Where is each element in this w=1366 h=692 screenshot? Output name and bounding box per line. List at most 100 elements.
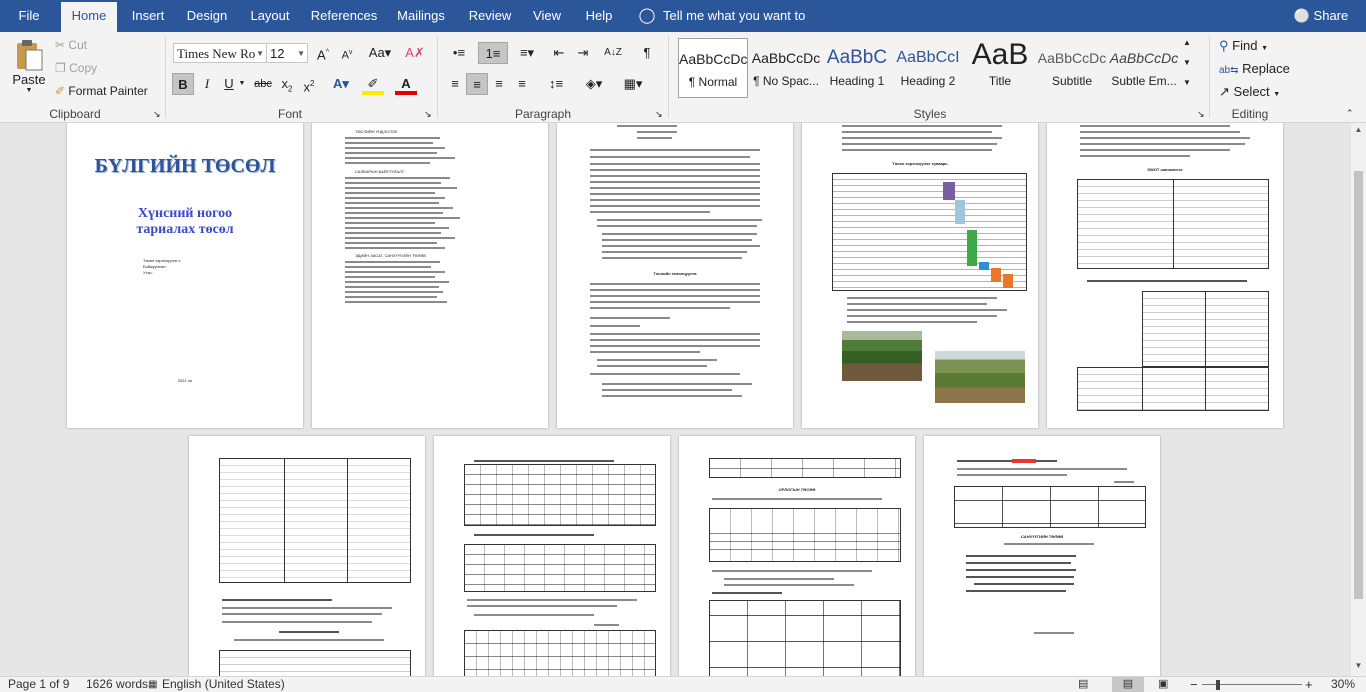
align-center-icon[interactable]: ≡: [466, 73, 488, 95]
tab-help[interactable]: Help: [579, 0, 619, 32]
justify-icon[interactable]: ≡: [511, 73, 533, 95]
tell-me-search[interactable]: Tell me what you want to do: [663, 0, 823, 55]
read-mode-icon[interactable]: ▤: [1078, 677, 1088, 692]
clipboard-launcher-icon[interactable]: ↘: [153, 109, 161, 120]
line-spacing-icon[interactable]: ↕≡: [542, 73, 570, 95]
text-line: [345, 217, 460, 219]
page-1[interactable]: БҮЛГИЙН ТӨСӨЛ Хүнсний ногоо тариалах төс…: [67, 123, 303, 428]
schedule-table-title: Төсөл хэрэгжүүлэх хуваарь: [892, 161, 948, 166]
share-button[interactable]: ⚪ Share: [1290, 0, 1352, 32]
page-3[interactable]: Төслийн танилцуулга: [557, 123, 793, 428]
copy-button[interactable]: ❐ Copy: [55, 61, 97, 75]
style-heading-1[interactable]: AaBbC Heading 1: [822, 38, 892, 98]
multilevel-list-icon[interactable]: ≡▾: [512, 42, 542, 64]
decrease-indent-icon[interactable]: ⇤: [548, 42, 570, 64]
tab-file[interactable]: File: [6, 0, 52, 32]
page-8[interactable]: ОРЛОГЫН ТӨСӨӨ: [679, 436, 915, 676]
tab-insert[interactable]: Insert: [124, 0, 172, 32]
grow-font-button[interactable]: A^: [312, 42, 334, 64]
styles-scroll-down-icon[interactable]: ▼: [1183, 58, 1191, 67]
paragraph-launcher-icon[interactable]: ↘: [655, 109, 663, 120]
copy-icon: ❐: [55, 61, 66, 75]
scroll-up-icon[interactable]: ▲: [1351, 125, 1366, 134]
language-indicator[interactable]: English (United States): [162, 677, 285, 692]
vertical-scrollbar[interactable]: ▲ ▼: [1351, 123, 1366, 676]
style-normal[interactable]: AaBbCcDc ¶ Normal: [678, 38, 748, 98]
style-subtle-emphasis[interactable]: AaBbCcDc Subtle Em...: [1109, 38, 1179, 98]
page-6[interactable]: [189, 436, 425, 676]
page-5[interactable]: SWOT шинжилгээ: [1047, 123, 1283, 428]
tab-review[interactable]: Review: [463, 0, 517, 32]
cursor-arrow-icon: ↗: [1219, 84, 1230, 99]
borders-icon[interactable]: ▦▾: [618, 73, 648, 95]
find-button[interactable]: ⚲ Find ▼: [1219, 38, 1268, 54]
show-formatting-marks-icon[interactable]: ¶: [636, 42, 658, 64]
font-size-combo[interactable]: 12 ▼: [266, 43, 308, 63]
text-line: [842, 143, 997, 145]
zoom-slider-thumb[interactable]: [1216, 680, 1220, 690]
sort-icon[interactable]: A↓Z: [602, 42, 624, 64]
select-button[interactable]: ↗ Select ▼: [1219, 84, 1280, 100]
bullets-icon[interactable]: •≡: [444, 42, 474, 64]
text-line: [590, 301, 760, 303]
share-label: Share: [1313, 8, 1349, 23]
increase-indent-icon[interactable]: ⇥: [572, 42, 594, 64]
page-7[interactable]: [434, 436, 670, 676]
document-canvas[interactable]: БҮЛГИЙН ТӨСӨЛ Хүнсний ногоо тариалах төс…: [0, 123, 1351, 676]
tab-layout[interactable]: Layout: [244, 0, 296, 32]
shrink-font-button[interactable]: Av: [336, 42, 358, 64]
font-color-icon[interactable]: A: [395, 73, 417, 95]
italic-button[interactable]: I: [196, 73, 218, 95]
style-subtitle[interactable]: AaBbCcDc Subtitle: [1037, 38, 1107, 98]
scroll-down-icon[interactable]: ▼: [1351, 661, 1366, 670]
page-count[interactable]: Page 1 of 9: [8, 677, 69, 692]
zoom-out-button[interactable]: −: [1190, 677, 1198, 692]
web-layout-icon[interactable]: ▣: [1158, 677, 1168, 692]
align-left-icon[interactable]: ≡: [444, 73, 466, 95]
text-line: [724, 584, 854, 586]
tab-references[interactable]: References: [308, 0, 380, 32]
highlight-color-icon[interactable]: ✐: [362, 73, 384, 95]
text-line: [842, 125, 1002, 127]
styles-scroll-up-icon[interactable]: ▲: [1183, 38, 1191, 47]
text-line: [590, 175, 760, 177]
scrollbar-thumb[interactable]: [1354, 171, 1363, 599]
collapse-ribbon-icon[interactable]: ⌃: [1346, 108, 1354, 119]
font-name-combo[interactable]: Times New Ro ▼: [173, 43, 267, 63]
change-case-button[interactable]: Aa▾: [366, 42, 394, 64]
subscript-button[interactable]: x2: [276, 73, 298, 95]
numbering-icon[interactable]: 1≡: [478, 42, 508, 64]
style-heading-2[interactable]: AaBbCcI Heading 2: [893, 38, 963, 98]
cut-button[interactable]: ✂ Cut: [55, 38, 87, 52]
page-2[interactable]: ТӨСЛИЙН ҮНДЭСЛЭЛ САЛБАРЫН БАЙГУУЛАЛТ ЭДИ…: [312, 123, 548, 428]
word-count[interactable]: 1626 words: [86, 677, 148, 692]
text-line: [345, 192, 435, 194]
zoom-level[interactable]: 30%: [1331, 677, 1355, 692]
paste-button[interactable]: Paste ▼: [10, 36, 48, 100]
bold-button[interactable]: B: [172, 73, 194, 95]
zoom-in-button[interactable]: +: [1305, 677, 1313, 692]
page-4[interactable]: Төсөл хэрэгжүүлэх хуваарь: [802, 123, 1038, 428]
styles-more-icon[interactable]: ▼: [1183, 78, 1191, 87]
proofing-icon[interactable]: ▦: [148, 677, 157, 692]
tab-design[interactable]: Design: [181, 0, 233, 32]
underline-dropdown[interactable]: ▼: [236, 73, 248, 95]
shading-icon[interactable]: ◈▾: [580, 73, 608, 95]
styles-launcher-icon[interactable]: ↘: [1197, 109, 1205, 120]
strikethrough-button[interactable]: abc: [252, 73, 274, 95]
style-no-spacing[interactable]: AaBbCcDc ¶ No Spac...: [750, 38, 822, 98]
format-painter-button[interactable]: ✐ Format Painter: [55, 84, 148, 98]
tab-view[interactable]: View: [528, 0, 566, 32]
lightbulb-icon: ◯: [638, 7, 656, 24]
align-right-icon[interactable]: ≡: [488, 73, 510, 95]
style-title[interactable]: AaB Title: [965, 38, 1035, 98]
text-effects-icon[interactable]: A▾: [330, 73, 352, 95]
clear-formatting-icon[interactable]: A✗: [404, 42, 426, 64]
tab-mailings[interactable]: Mailings: [391, 0, 451, 32]
page-9[interactable]: САНХҮҮГИЙН ТӨЛӨВ: [924, 436, 1160, 676]
tab-home[interactable]: Home: [61, 2, 117, 32]
superscript-button[interactable]: x2: [298, 73, 320, 95]
font-launcher-icon[interactable]: ↘: [424, 109, 432, 120]
print-layout-icon[interactable]: ▤: [1112, 677, 1144, 692]
replace-button[interactable]: ab⇆ Replace: [1219, 61, 1290, 76]
